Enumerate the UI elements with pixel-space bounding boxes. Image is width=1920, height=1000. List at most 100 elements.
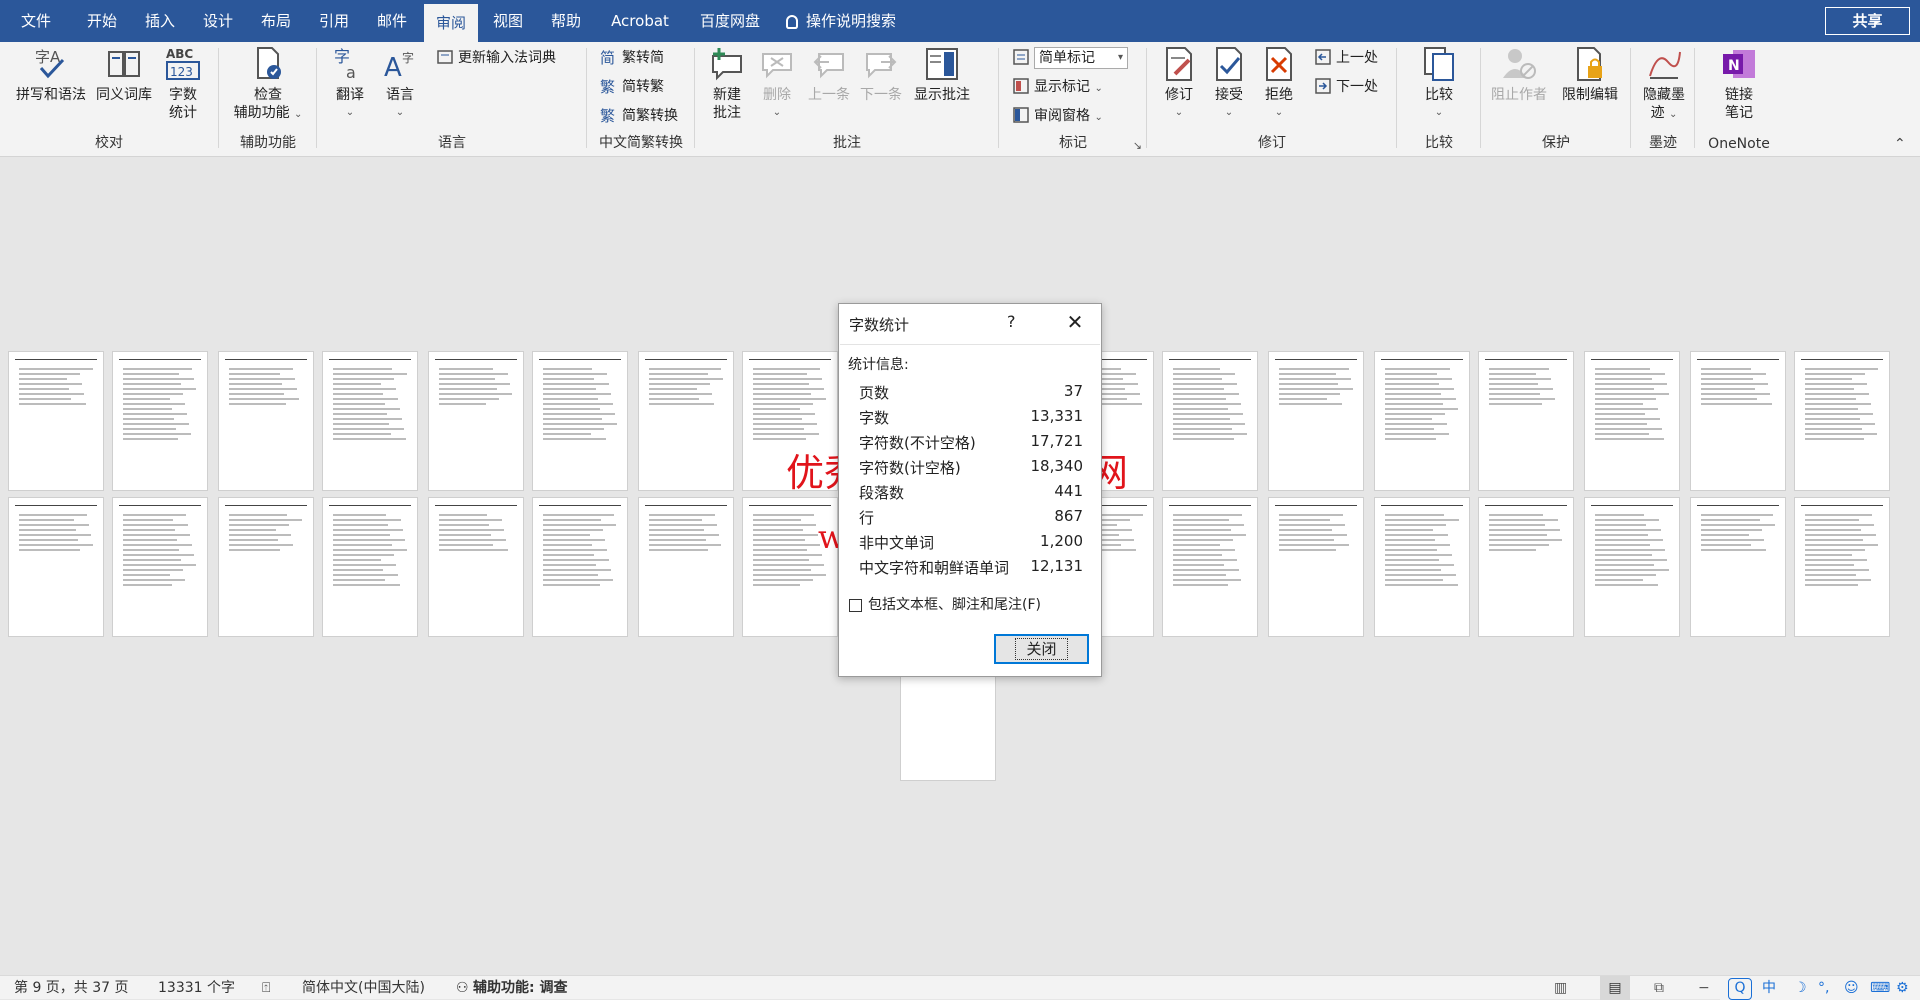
linked-notes-button[interactable]: N 链接 笔记 [1706,46,1772,122]
page-thumbnail[interactable] [1374,351,1470,491]
keyboard-icon[interactable]: ⌨ [1870,976,1890,1000]
include-textboxes-checkbox[interactable]: 包括文本框、脚注和尾注(F) [849,594,1041,614]
tab-baidu-netdisk[interactable]: 百度网盘 [690,0,770,42]
tab-file[interactable]: 文件 [12,0,60,42]
word-count-indicator[interactable]: 13331 个字 [158,976,235,1000]
page-thumbnail[interactable] [1162,351,1258,491]
help-icon[interactable]: ? [1007,312,1016,331]
page-thumbnail[interactable] [8,351,104,491]
print-layout-icon[interactable]: ▤ [1600,976,1630,1000]
page-thumbnail[interactable] [742,351,838,491]
tab-acrobat[interactable]: Acrobat [604,0,676,42]
new-comment-button[interactable]: 新建 批注 [704,46,750,122]
reject-change-button[interactable]: 拒绝 ⌄ [1256,46,1302,122]
show-markup-button[interactable]: 显示标记 ⌄ [1012,75,1103,99]
share-button[interactable]: 共享 [1825,7,1910,35]
ime-logo-icon[interactable]: Q [1728,978,1752,1000]
page-thumbnail[interactable] [112,497,208,637]
web-layout-icon[interactable]: ⧉ [1654,976,1664,1000]
tab-home[interactable]: 开始 [78,0,126,42]
gear-icon[interactable]: ⚙ [1896,976,1909,1000]
hide-ink-icon [1646,46,1682,82]
dialog-launcher-icon[interactable]: ↘ [1133,139,1142,152]
punctuation-icon[interactable]: °, [1818,976,1829,1000]
thesaurus-button[interactable]: 同义词库 [92,46,156,104]
page-thumbnail[interactable] [322,351,418,491]
page-thumbnail[interactable] [218,351,314,491]
ime-language-icon[interactable]: 中 [1762,976,1776,1000]
collapse-ribbon-icon[interactable]: ⌃ [1894,136,1906,152]
track-changes-button[interactable]: 修订 ⌄ [1156,46,1202,122]
page-thumbnail[interactable] [1268,351,1364,491]
page-thumbnail[interactable] [638,497,734,637]
page-thumbnail[interactable] [532,497,628,637]
tab-help[interactable]: 帮助 [542,0,590,42]
page-thumbnail[interactable] [1268,497,1364,637]
tab-design[interactable]: 设计 [194,0,242,42]
emoji-icon[interactable]: ☺ [1844,976,1859,1000]
page-thumbnail[interactable] [1478,497,1574,637]
hide-ink-button[interactable]: 隐藏墨 迹 ⌄ [1636,46,1692,124]
show-comments-button[interactable]: 显示批注 [908,46,976,104]
accept-change-button[interactable]: 接受 ⌄ [1206,46,1252,122]
page-thumbnail[interactable] [1690,351,1786,491]
page-indicator[interactable]: 第 9 页，共 37 页 [14,976,129,1000]
tell-me-search[interactable]: 操作说明搜索 [786,0,896,42]
reviewing-pane-button[interactable]: 审阅窗格 ⌄ [1012,104,1103,128]
markup-select-box[interactable]: 简单标记 ▾ [1034,47,1128,69]
page-thumbnail[interactable] [8,497,104,637]
previous-comment-button[interactable]: 上一条 [804,46,854,104]
text-line [1805,388,1854,390]
language-indicator[interactable]: 简体中文(中国大陆) [302,976,425,1000]
page-thumbnail[interactable] [1690,497,1786,637]
page-thumbnail[interactable] [1374,497,1470,637]
zoom-out-icon[interactable]: − [1698,976,1710,1000]
page-header-rule [1169,505,1251,506]
tab-view[interactable]: 视图 [484,0,532,42]
tab-review[interactable]: 审阅 [424,4,478,42]
page-thumbnail[interactable] [742,497,838,637]
tab-insert[interactable]: 插入 [136,0,184,42]
moon-icon[interactable]: ☽ [1794,976,1807,1000]
next-change-button[interactable]: 下一处 [1314,75,1378,99]
page-thumbnail[interactable] [638,351,734,491]
close-icon[interactable]: ✕ [1061,309,1089,335]
traditional-to-simplified-button[interactable]: 简繁转简 [600,46,664,70]
page-thumbnail[interactable] [428,497,524,637]
check-accessibility-button[interactable]: 检查 辅助功能 ⌄ [230,46,306,124]
block-authors-button[interactable]: 阻止作者 [1486,46,1552,104]
proofing-icon[interactable]: ⍐ [262,976,270,1000]
page-thumbnail[interactable] [112,351,208,491]
page-thumbnail[interactable] [322,497,418,637]
page-thumbnail[interactable] [532,351,628,491]
close-button[interactable]: 关闭 [994,634,1089,664]
page-thumbnail[interactable] [1794,497,1890,637]
read-mode-icon[interactable]: ▥ [1554,976,1567,1000]
next-comment-button[interactable]: 下一条 [856,46,906,104]
language-button[interactable]: A字 语言 ⌄ [378,46,422,122]
accessibility-indicator[interactable]: ⚇ 辅助功能: 调查 [456,976,568,1000]
chinese-conversion-button[interactable]: 繁简繁转换 [600,104,678,128]
tab-references[interactable]: 引用 [310,0,358,42]
restrict-editing-button[interactable]: 限制编辑 [1556,46,1624,104]
delete-comment-button[interactable]: 删除 ⌄ [754,46,800,122]
tab-layout[interactable]: 布局 [252,0,300,42]
page-thumbnail[interactable] [1478,351,1574,491]
tab-mailings[interactable]: 邮件 [368,0,416,42]
markup-display-select[interactable]: 简单标记 ▾ [1012,46,1128,70]
update-ime-dictionary-button[interactable]: 更新输入法词典 [436,46,556,70]
simplified-to-traditional-button[interactable]: 繁简转繁 [600,75,664,99]
page-thumbnail[interactable] [1162,497,1258,637]
previous-change-button[interactable]: 上一处 [1314,46,1378,70]
checkbox-box[interactable] [849,598,862,612]
translate-button[interactable]: 字a 翻译 ⌄ [328,46,372,122]
page-thumbnail[interactable] [1584,497,1680,637]
page-thumbnail[interactable] [1794,351,1890,491]
page-thumbnail[interactable] [428,351,524,491]
page-thumbnail[interactable] [218,497,314,637]
dropdown-arrow-icon[interactable]: ▾ [1118,48,1123,68]
compare-button[interactable]: 比较 ⌄ [1416,46,1462,122]
spelling-grammar-button[interactable]: 字A 拼写和语法 [8,46,94,104]
word-count-button[interactable]: ABC 123 字数 统计 [158,46,208,122]
page-thumbnail[interactable] [1584,351,1680,491]
